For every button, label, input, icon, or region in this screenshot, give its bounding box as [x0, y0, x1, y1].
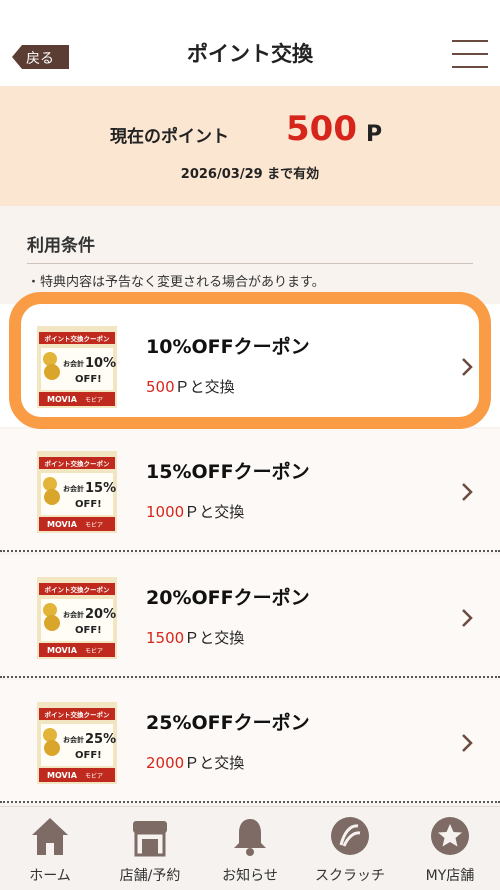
- chevron-right-icon: [462, 734, 473, 752]
- coupon-exchange: 2000Ｐと交換: [146, 752, 244, 773]
- thumb-off: OFF!: [75, 374, 102, 385]
- tab-news-label: お知らせ: [222, 868, 278, 884]
- coupon-thumbnail: ポイント交換クーポンお会計 20% OFF! MOVIA モビア: [37, 577, 117, 659]
- coupon-exchange-suffix: Ｐと交換: [184, 629, 245, 647]
- chevron-right-icon: [462, 483, 473, 501]
- store-icon: [133, 821, 167, 857]
- conditions-title: 利用条件: [27, 236, 95, 256]
- coupon-exchange: 500Ｐと交換: [146, 376, 235, 397]
- menu-line: [452, 66, 488, 68]
- page-title: ポイント交換: [187, 42, 313, 66]
- coupon-name: 20%OFFクーポン: [146, 587, 310, 609]
- coupon-name: 10%OFFクーポン: [146, 336, 310, 358]
- tab-store-label: 店舗/予約: [119, 868, 181, 884]
- tab-bar: ホーム 店舗/予約 お知らせ スクラッチ MY店舗: [0, 806, 500, 890]
- coupon-item[interactable]: ポイント交換クーポンお会計 10% OFF! MOVIA モビア 10%OFFクーポン 50…: [0, 304, 500, 427]
- chevron-right-icon: [462, 609, 473, 627]
- conditions-notice: ・特典内容は予告なく変更される場合があります。: [27, 275, 325, 290]
- thumb-prefix: お会計: [63, 610, 84, 619]
- coupon-item[interactable]: ポイント交換クーポンお会計 15% OFF! MOVIA モビア 15%OFFクーポン 10…: [0, 429, 500, 552]
- thumb-off: OFF!: [75, 499, 102, 510]
- tab-news[interactable]: お知らせ: [200, 807, 300, 890]
- coupon-exchange-suffix: Ｐと交換: [174, 378, 235, 396]
- thumb-brand: MOVIA: [47, 520, 78, 529]
- coupon-points: 1500: [146, 629, 185, 647]
- coupon-thumbnail: ポイント交換クーポンお会計 25% OFF! MOVIA モビア: [37, 702, 117, 784]
- header-bar: 戻る ポイント交換: [0, 0, 500, 86]
- star-icon: [431, 817, 469, 855]
- thumb-brand: MOVIA: [47, 771, 78, 780]
- tab-mystore[interactable]: MY店舗: [400, 807, 500, 890]
- thumb-percent: 15%: [85, 481, 116, 496]
- thumb-percent: 10%: [85, 356, 116, 371]
- tab-scratch-label: スクラッチ: [315, 868, 385, 884]
- coupon-item[interactable]: ポイント交換クーポンお会計 20% OFF! MOVIA モビア 20%OFFクーポン 15…: [0, 555, 500, 678]
- points-label: 現在のポイント: [110, 127, 229, 147]
- coupon-exchange-suffix: Ｐと交換: [184, 503, 245, 521]
- thumb-brand-sub: モビア: [85, 772, 103, 780]
- thumb-off: OFF!: [75, 625, 102, 636]
- divider: [27, 263, 473, 264]
- coupon-name: 15%OFFクーポン: [146, 461, 310, 483]
- points-expiry: 2026/03/29 まで有効: [180, 167, 320, 182]
- coupon-points: 1000: [146, 503, 185, 521]
- coupon-thumbnail: ポイント交換クーポンお会計 10% OFF! MOVIA モビア: [37, 326, 117, 408]
- coupon-exchange-suffix: Ｐと交換: [184, 754, 245, 772]
- bell-icon: [234, 819, 266, 856]
- thumb-percent: 20%: [85, 607, 116, 622]
- coupon-name: 25%OFFクーポン: [146, 712, 310, 734]
- thumb-percent: 25%: [85, 732, 116, 747]
- scratch-icon: [331, 817, 369, 855]
- thumb-brand-sub: モビア: [85, 521, 103, 529]
- points-panel: 現在のポイント 500 P 2026/03/29 まで有効: [0, 86, 500, 206]
- thumb-banner: ポイント交換クーポン: [45, 710, 111, 719]
- thumb-brand: MOVIA: [47, 646, 78, 655]
- thumb-prefix: お会計: [63, 359, 84, 368]
- points-value: 500: [286, 109, 357, 149]
- chevron-right-icon: [462, 358, 473, 376]
- tab-store[interactable]: 店舗/予約: [100, 807, 200, 890]
- tab-scratch[interactable]: スクラッチ: [300, 807, 400, 890]
- menu-line: [452, 40, 488, 42]
- thumb-banner: ポイント交換クーポン: [45, 334, 111, 343]
- thumb-brand-sub: モビア: [85, 647, 103, 655]
- thumb-banner: ポイント交換クーポン: [45, 459, 111, 468]
- tab-mystore-label: MY店舗: [425, 868, 475, 884]
- coupon-exchange: 1000Ｐと交換: [146, 501, 244, 522]
- points-unit: P: [366, 122, 383, 147]
- thumb-prefix: お会計: [63, 484, 84, 493]
- thumb-brand: MOVIA: [47, 395, 78, 404]
- menu-line: [452, 53, 488, 55]
- coupon-points: 500: [146, 378, 175, 396]
- home-icon: [32, 818, 68, 855]
- tab-home-label: ホーム: [29, 868, 71, 884]
- coupon-thumbnail: ポイント交換クーポンお会計 15% OFF! MOVIA モビア: [37, 451, 117, 533]
- thumb-prefix: お会計: [63, 735, 84, 744]
- thumb-off: OFF!: [75, 750, 102, 761]
- coupon-item[interactable]: ポイント交換クーポンお会計 25% OFF! MOVIA モビア 25%OFFクーポン 20…: [0, 680, 500, 803]
- thumb-banner: ポイント交換クーポン: [45, 585, 111, 594]
- coupon-exchange: 1500Ｐと交換: [146, 627, 244, 648]
- tab-home[interactable]: ホーム: [0, 807, 100, 890]
- coupon-points: 2000: [146, 754, 185, 772]
- menu-button[interactable]: [452, 40, 488, 70]
- thumb-brand-sub: モビア: [85, 396, 103, 404]
